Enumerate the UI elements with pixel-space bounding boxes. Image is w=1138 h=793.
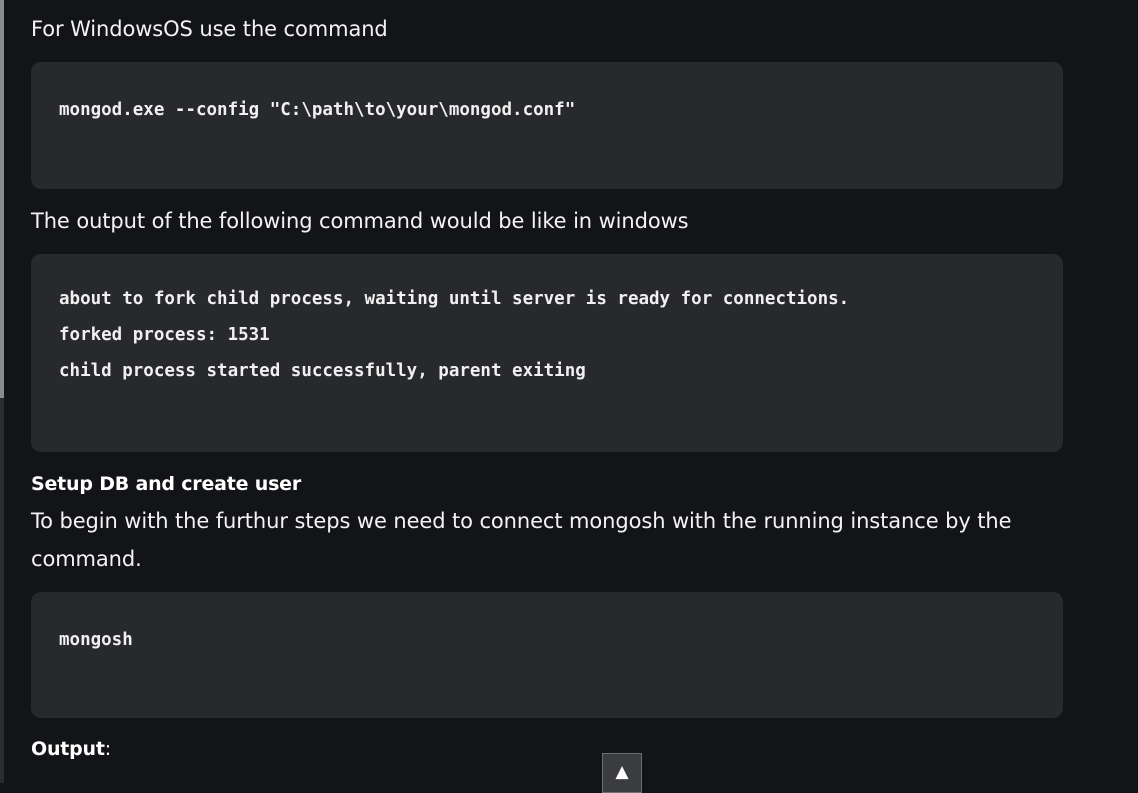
setup-heading: Setup DB and create user [31, 473, 302, 495]
code-line: about to fork child process, waiting unt… [59, 289, 850, 309]
output-heading-colon: : [104, 738, 111, 760]
code-block-windows-command[interactable]: mongod.exe --config "C:\path\to\your\mon… [31, 62, 1063, 189]
code-block-mongosh-command[interactable]: mongosh [31, 592, 1063, 718]
code-line: forked process: 1531 [59, 325, 270, 345]
code-block-fork-output[interactable]: about to fork child process, waiting unt… [31, 254, 1063, 452]
windows-intro-text: For WindowsOS use the command [31, 17, 388, 41]
output-intro-text: The output of the following command woul… [31, 209, 689, 233]
left-edge-scroll-indicator[interactable] [0, 0, 4, 398]
output-heading-label: Output [31, 738, 105, 760]
code-line: mongosh [59, 630, 133, 650]
connect-intro-text: To begin with the furthur steps we need … [31, 509, 1012, 571]
code-line: mongod.exe --config "C:\path\to\your\mon… [59, 100, 576, 120]
triangle-up-icon: ▲ [615, 762, 629, 782]
scroll-to-top-button[interactable]: ▲ [602, 753, 642, 793]
output-heading: Output: [31, 734, 111, 764]
code-line: child process started successfully, pare… [59, 361, 586, 381]
